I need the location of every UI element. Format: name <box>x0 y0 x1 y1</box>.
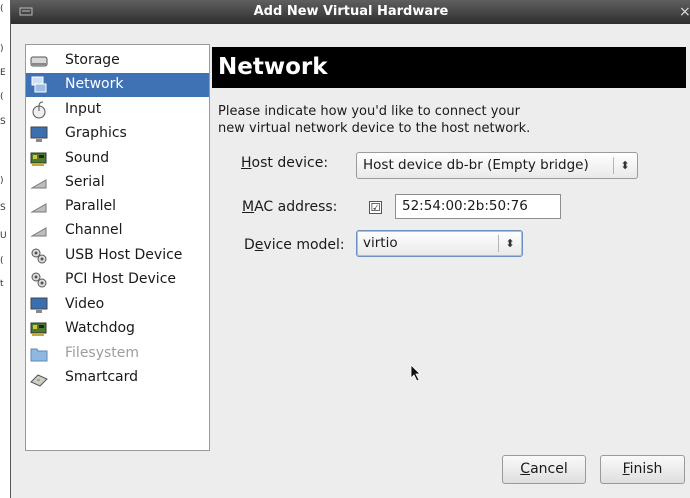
background-glyph: S <box>0 117 6 127</box>
background-glyph: ) <box>0 176 4 186</box>
background-glyph: ( <box>0 256 4 266</box>
background-glyph: t <box>0 279 4 289</box>
sidebar-item-label: Watchdog <box>65 320 135 336</box>
background-glyph: S <box>0 203 6 213</box>
sidebar-item-label: USB Host Device <box>65 247 183 263</box>
sidebar-item-storage[interactable]: Storage <box>26 49 209 73</box>
channel-port-icon <box>30 222 48 240</box>
sidebar-item-sound[interactable]: Sound <box>26 147 209 171</box>
combo-separator <box>498 235 499 252</box>
sidebar-item-label: PCI Host Device <box>65 271 177 287</box>
chevron-up-down-icon: ⬍ <box>505 237 515 250</box>
sound-card-icon <box>30 150 48 168</box>
sidebar-item-label: Graphics <box>65 125 127 141</box>
background-glyph: U <box>0 231 7 241</box>
sidebar-item-label: Filesystem <box>65 345 140 361</box>
sidebar-item-label: Parallel <box>65 198 117 214</box>
device-model-label: Device model: <box>244 237 345 253</box>
sidebar-item-parallel[interactable]: Parallel <box>26 195 209 219</box>
pci-device-icon <box>30 271 48 289</box>
mouse-icon <box>30 101 48 119</box>
sidebar-item-filesystem[interactable]: Filesystem <box>26 342 209 366</box>
background-glyph: ( <box>0 4 4 14</box>
sidebar-item-watchdog[interactable]: Watchdog <box>26 317 209 341</box>
window-title: Add New Virtual Hardware <box>253 4 449 19</box>
cancel-button[interactable]: Cancel <box>502 455 586 484</box>
sidebar-item-usb-host-device[interactable]: USB Host Device <box>26 244 209 268</box>
sidebar-item-label: Smartcard <box>65 369 139 385</box>
host-device-value: Host device db-br (Empty bridge) <box>363 157 589 173</box>
background-glyph: ( <box>0 92 4 102</box>
sidebar-item-label: Sound <box>65 150 110 166</box>
page-heading: Network <box>212 47 686 88</box>
sidebar-item-label: Video <box>65 296 105 312</box>
chevron-up-down-icon: ⬍ <box>620 159 630 172</box>
description: Please indicate how you'd like to connec… <box>218 103 658 137</box>
sidebar-item-label: Serial <box>65 174 105 190</box>
parallel-port-icon <box>30 198 48 216</box>
mac-address-field[interactable]: 52:54:00:2b:50:76 <box>395 194 561 219</box>
monitor-icon <box>30 125 48 143</box>
sidebar-item-channel[interactable]: Channel <box>26 219 209 243</box>
sidebar-item-label: Input <box>65 101 102 117</box>
sidebar-item-smartcard[interactable]: Smartcard <box>26 366 209 390</box>
add-hardware-dialog: Add New Virtual Hardware × Storage Netwo… <box>10 0 690 498</box>
serial-port-icon <box>30 174 48 192</box>
background-window-edge: ( ) E ( S ) S U ( t <box>0 0 10 498</box>
host-device-label: Host device: <box>241 155 329 171</box>
sidebar-item-label: Channel <box>65 222 123 238</box>
sidebar-item-label: Storage <box>65 52 120 68</box>
close-icon[interactable]: × <box>679 0 690 24</box>
device-model-value: virtio <box>363 235 398 251</box>
sidebar-item-serial[interactable]: Serial <box>26 171 209 195</box>
network-icon <box>30 76 48 94</box>
watchdog-icon <box>30 320 48 338</box>
finish-button[interactable]: Finish <box>600 455 685 484</box>
host-device-select[interactable]: Host device db-br (Empty bridge) ⬍ <box>356 152 638 179</box>
sidebar-item-graphics[interactable]: Graphics <box>26 122 209 146</box>
device-model-select[interactable]: virtio ⬍ <box>356 230 523 257</box>
sidebar-item-input[interactable]: Input <box>26 98 209 122</box>
combo-separator <box>613 157 614 174</box>
hardware-type-list[interactable]: Storage Network Input Graphics Sound Ser… <box>25 44 210 451</box>
mouse-cursor-icon <box>410 364 422 382</box>
sidebar-item-network[interactable]: Network <box>26 73 209 97</box>
sidebar-item-label: Network <box>65 76 124 92</box>
folder-icon <box>30 345 48 363</box>
title-bar[interactable]: Add New Virtual Hardware × <box>11 0 690 24</box>
description-line: new virtual network device to the host n… <box>218 121 531 136</box>
sidebar-item-video[interactable]: Video <box>26 293 209 317</box>
sidebar-item-pci-host-device[interactable]: PCI Host Device <box>26 268 209 292</box>
mac-address-checkbox[interactable]: ☑ <box>369 201 382 214</box>
usb-device-icon <box>30 247 48 265</box>
video-icon <box>30 296 48 314</box>
mac-address-label: MAC address: <box>242 199 338 215</box>
background-glyph: ) <box>0 44 4 54</box>
description-line: Please indicate how you'd like to connec… <box>218 104 520 119</box>
mac-address-value: 52:54:00:2b:50:76 <box>402 198 528 214</box>
smartcard-icon <box>30 369 48 387</box>
page-title: Network <box>218 54 328 80</box>
storage-icon <box>30 52 48 70</box>
background-glyph: E <box>0 68 6 78</box>
